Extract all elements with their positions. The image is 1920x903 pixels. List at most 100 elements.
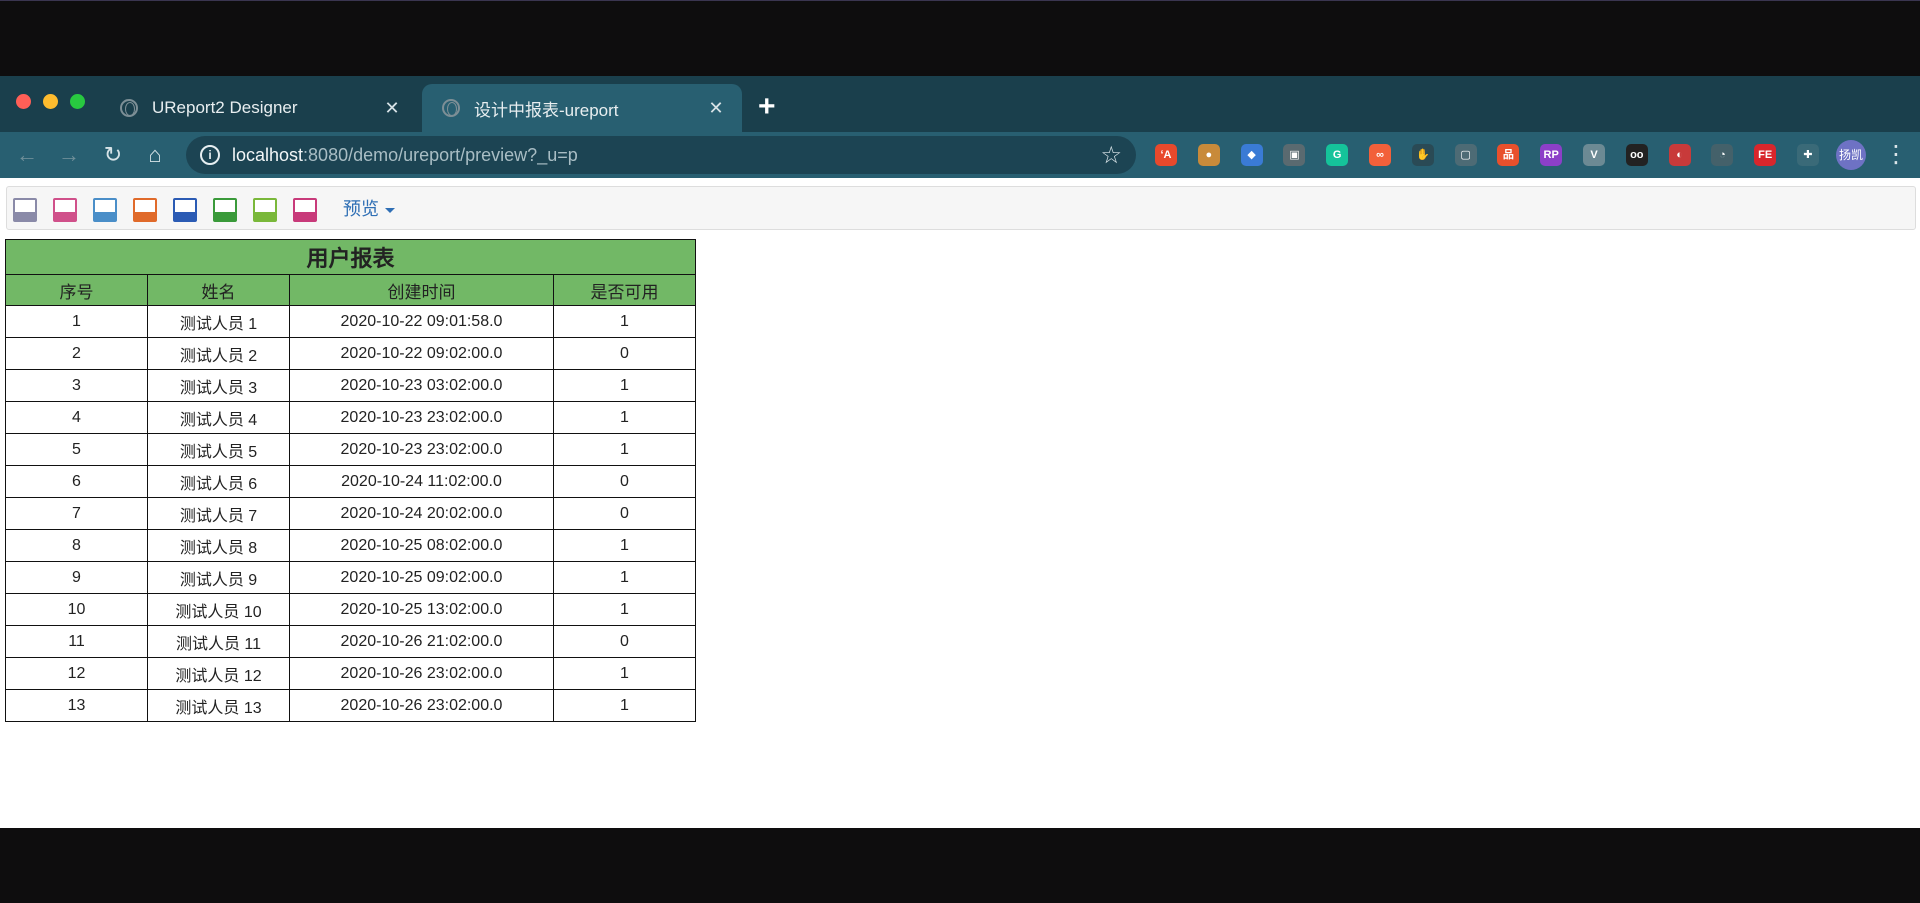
translate-ext-icon[interactable]: ʻA xyxy=(1155,144,1177,166)
table-row: 7 测试人员 7 2020-10-24 20:02:00.0 0 xyxy=(5,497,696,530)
home-icon[interactable]: ⌂ xyxy=(140,140,170,170)
gem-ext-icon[interactable]: ◆ xyxy=(1240,144,1263,166)
table-cell: 1 xyxy=(553,561,696,594)
hand-ext-icon[interactable]: ✋ xyxy=(1411,144,1434,166)
table-cell: 2020-10-22 09:01:58.0 xyxy=(289,305,554,338)
table-cell: 1 xyxy=(553,529,696,562)
export-pdf-icon[interactable] xyxy=(133,198,157,222)
browser-menu-icon[interactable]: ⋮ xyxy=(1884,140,1908,170)
back-arrow-icon[interactable]: ← xyxy=(12,140,42,170)
table-row: 6 测试人员 6 2020-10-24 11:02:00.0 0 xyxy=(5,465,696,498)
browser-chrome: UReport2 Designer ✕ 设计中报表-ureport ✕ + ← … xyxy=(0,76,1920,178)
table-cell: 测试人员 10 xyxy=(147,593,290,626)
globe-icon xyxy=(120,99,138,117)
table-cell: 1 xyxy=(553,369,696,402)
tab-ureport-designer[interactable]: UReport2 Designer ✕ xyxy=(100,84,418,132)
table-cell: 1 xyxy=(553,593,696,626)
table-row: 13 测试人员 13 2020-10-26 23:02:00.0 1 xyxy=(5,689,696,722)
grammarly-ext-icon[interactable]: G xyxy=(1326,144,1349,166)
table-cell: 2020-10-26 23:02:00.0 xyxy=(289,689,554,722)
table-cell: 1 xyxy=(553,433,696,466)
table-cell: 2020-10-23 03:02:00.0 xyxy=(289,369,554,402)
table-cell: 12 xyxy=(5,657,148,690)
refresh-ext-icon[interactable]: ◐ xyxy=(1668,144,1691,166)
report-toolbar: 预览 xyxy=(6,186,1916,230)
table-cell: 11 xyxy=(5,625,148,658)
table-cell: 测试人员 5 xyxy=(147,433,290,466)
print-icon[interactable] xyxy=(93,198,117,222)
puzzle-ext-icon[interactable]: ✚ xyxy=(1797,144,1819,166)
site-info-icon[interactable]: i xyxy=(200,145,220,165)
table-cell: 2020-10-24 20:02:00.0 xyxy=(289,497,554,530)
box-ext-icon[interactable]: ▢ xyxy=(1454,144,1477,166)
table-cell: 1 xyxy=(553,689,696,722)
tab-title: 设计中报表-ureport xyxy=(474,100,619,120)
table-cell: 测试人员 2 xyxy=(147,337,290,370)
url-path: :8080/demo/ureport/preview?_u=p xyxy=(303,145,578,165)
vue-ext-icon[interactable]: V xyxy=(1583,144,1605,166)
table-cell: 测试人员 1 xyxy=(147,305,290,338)
screen-bottom-border xyxy=(0,828,1920,903)
table-cell: 2020-10-23 23:02:00.0 xyxy=(289,433,554,466)
print-pdf-icon[interactable] xyxy=(53,198,77,222)
table-cell: 8 xyxy=(5,529,148,562)
table-cell: 测试人员 12 xyxy=(147,657,290,690)
url-text: localhost:8080/demo/ureport/preview?_u=p xyxy=(232,145,578,166)
minimize-window-button[interactable] xyxy=(43,94,58,109)
table-cell: 2020-10-25 09:02:00.0 xyxy=(289,561,554,594)
table-cell: 2 xyxy=(5,337,148,370)
sitemap-ext-icon[interactable]: 品 xyxy=(1497,144,1520,166)
close-tab-icon[interactable]: ✕ xyxy=(702,98,730,119)
reload-icon[interactable]: ↻ xyxy=(98,140,128,170)
tab-report-preview[interactable]: 设计中报表-ureport ✕ xyxy=(422,84,742,132)
export-word-icon[interactable] xyxy=(173,198,197,222)
maximize-window-button[interactable] xyxy=(70,94,85,109)
export-excel-sheet-icon[interactable] xyxy=(293,198,317,222)
table-cell: 2020-10-25 08:02:00.0 xyxy=(289,529,554,562)
camera-ext-icon[interactable]: ▣ xyxy=(1283,144,1306,166)
table-row: 11 测试人员 11 2020-10-26 21:02:00.0 0 xyxy=(5,625,696,658)
close-tab-icon[interactable]: ✕ xyxy=(378,98,406,119)
profile-avatar[interactable]: 扬凯 xyxy=(1836,140,1866,170)
table-cell: 1 xyxy=(553,305,696,338)
table-row: 2 测试人员 2 2020-10-22 09:02:00.0 0 xyxy=(5,337,696,370)
ghost-ext-icon[interactable]: ◔ xyxy=(1711,144,1734,166)
bookmark-star-icon[interactable]: ☆ xyxy=(1100,141,1122,170)
column-header: 姓名 xyxy=(147,274,290,306)
fe-ext-icon[interactable]: FE xyxy=(1754,144,1777,166)
address-bar[interactable]: i localhost:8080/demo/ureport/preview?_u… xyxy=(186,136,1136,174)
table-row: 4 测试人员 4 2020-10-23 23:02:00.0 1 xyxy=(5,401,696,434)
table-cell: 测试人员 7 xyxy=(147,497,290,530)
table-row: 1 测试人员 1 2020-10-22 09:01:58.0 1 xyxy=(5,305,696,338)
url-host: localhost xyxy=(232,145,304,165)
infinity-ext-icon[interactable]: ∞ xyxy=(1369,144,1391,166)
export-excel-paged-icon[interactable] xyxy=(253,198,277,222)
table-cell: 13 xyxy=(5,689,148,722)
table-cell: 2020-10-26 21:02:00.0 xyxy=(289,625,554,658)
preview-label: 预览 xyxy=(343,199,379,219)
table-cell: 2020-10-23 23:02:00.0 xyxy=(289,401,554,434)
new-tab-button[interactable]: + xyxy=(758,92,776,122)
axure-rp-ext-icon[interactable]: RP xyxy=(1540,144,1563,166)
table-row: 9 测试人员 9 2020-10-25 09:02:00.0 1 xyxy=(5,561,696,594)
preview-dropdown-button[interactable]: 预览 xyxy=(343,196,395,222)
close-window-button[interactable] xyxy=(16,94,31,109)
glasses-ext-icon[interactable]: oo xyxy=(1625,144,1648,166)
report-table: 用户报表 序号 姓名 创建时间 是否可用 1 测试人员 1 2020-10-22 09:0… xyxy=(5,239,696,722)
table-cell: 2020-10-22 09:02:00.0 xyxy=(289,337,554,370)
cookie-ext-icon[interactable]: ● xyxy=(1197,144,1220,166)
table-cell: 9 xyxy=(5,561,148,594)
table-cell: 0 xyxy=(553,337,696,370)
tab-strip: UReport2 Designer ✕ 设计中报表-ureport ✕ + xyxy=(0,76,1920,132)
print-preview-icon[interactable] xyxy=(13,198,37,222)
export-excel-icon[interactable] xyxy=(213,198,237,222)
forward-arrow-icon[interactable]: → xyxy=(54,140,84,170)
column-header: 创建时间 xyxy=(289,274,554,306)
tab-title: UReport2 Designer xyxy=(152,98,298,117)
table-row: 3 测试人员 3 2020-10-23 03:02:00.0 1 xyxy=(5,369,696,402)
table-cell: 测试人员 6 xyxy=(147,465,290,498)
table-cell: 1 xyxy=(5,305,148,338)
table-cell: 测试人员 8 xyxy=(147,529,290,562)
table-cell: 2020-10-25 13:02:00.0 xyxy=(289,593,554,626)
table-cell: 4 xyxy=(5,401,148,434)
